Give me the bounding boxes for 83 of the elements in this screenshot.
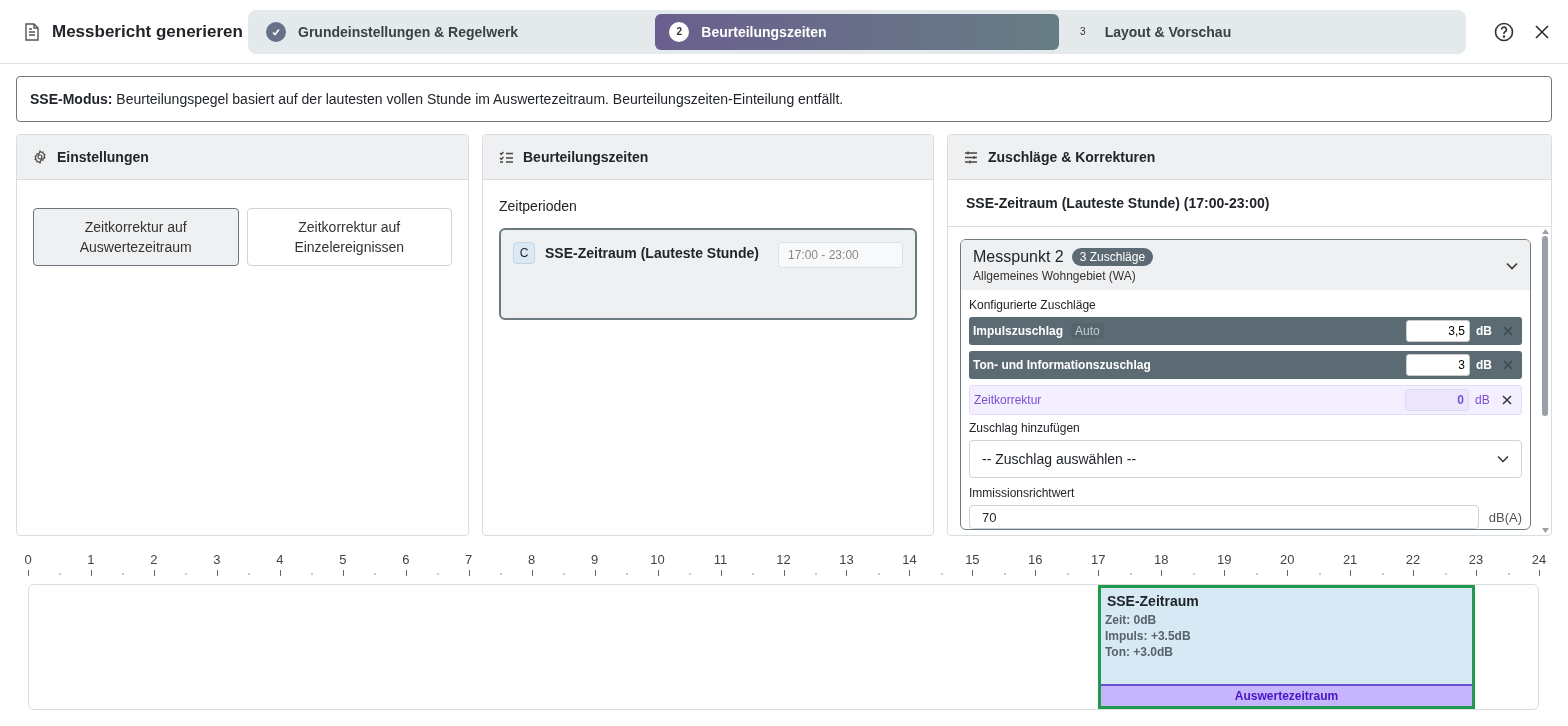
hour-label: 24	[1531, 552, 1547, 567]
step-number: 3	[1078, 25, 1087, 39]
checklist-icon	[499, 151, 513, 163]
panel-title: Einstellungen	[57, 149, 149, 165]
hour-label: 0	[24, 552, 32, 567]
panel-title: Zuschläge & Korrekturen	[988, 149, 1156, 165]
penalty-name: Ton- und Informationszuschlag	[973, 358, 1151, 372]
section-label: Zuschlag hinzufügen	[969, 421, 1081, 435]
hour-label: 14	[902, 552, 917, 567]
block-detail: Zeit: 0dB	[1104, 612, 1158, 628]
hour-label: 20	[1279, 552, 1295, 567]
hour-label: 2	[150, 552, 158, 567]
step-tab[interactable]: Grundeinstellungen & Regelwerk	[252, 13, 656, 50]
hour-label: 16	[1028, 552, 1043, 567]
chevron-icon	[1497, 455, 1509, 463]
scroll-down-icon[interactable]	[1541, 528, 1549, 533]
unit-label: dB	[1476, 324, 1492, 338]
penalty-select[interactable]: -- Zuschlag auswählen --	[969, 440, 1522, 478]
panel-title: Beurteilungszeiten	[523, 149, 649, 165]
unit-label: dB	[1475, 393, 1491, 407]
check-icon	[266, 21, 286, 42]
step-number: 2	[669, 21, 690, 42]
info-notice: SSE-Modus: Beurteilungspegel basiert auf der lautesten vollen Stunde im Auswertezeitraum. Beurteilungszeiten-Einteilung entfällt.	[16, 76, 1552, 122]
unit-label: dB	[1476, 358, 1492, 372]
block-detail: Ton: +3.0dB	[1104, 644, 1174, 660]
sliders-icon	[964, 150, 978, 164]
hour-label: 19	[1216, 552, 1232, 567]
option-button[interactable]: Zeitkorrektur auf Einzelereignissen	[246, 208, 452, 266]
point-name: Messpunkt 2	[973, 248, 1064, 266]
hour-label: 21	[1342, 552, 1358, 567]
correction-name: Zeitkorrektur	[974, 393, 1042, 407]
section-label: Zeitperioden	[499, 198, 578, 214]
hour-label: 23	[1468, 552, 1484, 567]
hour-label: 9	[591, 552, 599, 567]
period-name: SSE-Zeitraum (Lauteste Stunde)	[545, 245, 760, 261]
auto-tag: Auto	[1071, 323, 1104, 339]
hour-label: 12	[776, 552, 791, 567]
scroll-up-icon[interactable]	[1541, 229, 1549, 234]
count-badge: 3 Zuschläge	[1071, 248, 1154, 266]
help-button[interactable]	[1494, 21, 1514, 42]
hour-label: 1	[87, 552, 95, 567]
hour-label: 11	[713, 552, 728, 567]
value-input[interactable]: 3,5	[1406, 320, 1470, 342]
document-icon	[24, 22, 40, 41]
unit-label: dB(A)	[1488, 509, 1522, 525]
hour-label: 8	[528, 552, 536, 567]
settings-icon	[33, 150, 47, 164]
period-card[interactable]: C SSE-Zeitraum (Lauteste Stunde) 17:00 - 23:00	[499, 228, 917, 320]
hour-label: 13	[839, 552, 854, 567]
time-field[interactable]: 17:00 - 23:00	[778, 242, 903, 268]
period-block[interactable]: SSE-Zeitraum Zeit: 0dB Impuls: +3.5dB Ton: +3.0dB Auswertezeitraum	[1097, 585, 1476, 709]
value-input[interactable]: 3	[1406, 354, 1470, 376]
close-icon	[1503, 326, 1513, 336]
dialog-title: Messbericht generieren	[52, 21, 243, 42]
hour-label: 5	[339, 552, 347, 567]
hour-label: 6	[402, 552, 410, 567]
value-input[interactable]: 0	[1405, 389, 1469, 411]
hour-label: 22	[1405, 552, 1421, 567]
hour-label: 10	[650, 552, 665, 567]
period-heading: SSE-Zeitraum (Lauteste Stunde) (17:00-23:00)	[948, 180, 1551, 227]
hour-label: 15	[965, 552, 980, 567]
option-button[interactable]: Zeitkorrektur auf Auswertezeitraum	[33, 208, 239, 266]
limit-input[interactable]: 70	[969, 505, 1479, 529]
close-icon	[1502, 395, 1512, 405]
measurement-point-header[interactable]: Messpunkt 2 3 Zuschläge Allgemeines Wohngebiet (WA)	[961, 240, 1530, 290]
period-badge: C	[513, 242, 535, 264]
hour-label: 18	[1154, 552, 1169, 567]
step-tab[interactable]: 2 Beurteilungszeiten	[655, 13, 1059, 50]
hour-label: 3	[213, 552, 221, 567]
area-type: Allgemeines Wohngebiet (WA)	[973, 269, 1137, 283]
step-tab[interactable]: 3 Layout & Vorschau	[1058, 13, 1462, 50]
penalty-name: Impulszuschlag	[973, 324, 1064, 338]
scrollbar[interactable]	[1541, 229, 1549, 533]
block-detail: Impuls: +3.5dB	[1104, 628, 1192, 644]
hour-label: 17	[1091, 552, 1106, 567]
close-icon	[1503, 360, 1513, 370]
evaluation-bar: Auswertezeitraum	[1100, 684, 1473, 706]
help-icon	[1494, 21, 1514, 42]
hour-label: 7	[465, 552, 473, 567]
section-label: Immissionsrichtwert	[969, 486, 1076, 500]
section-label: Konfigurierte Zuschläge	[969, 298, 1097, 312]
block-title: SSE-Zeitraum	[1106, 593, 1200, 609]
hour-label: 4	[276, 552, 284, 567]
